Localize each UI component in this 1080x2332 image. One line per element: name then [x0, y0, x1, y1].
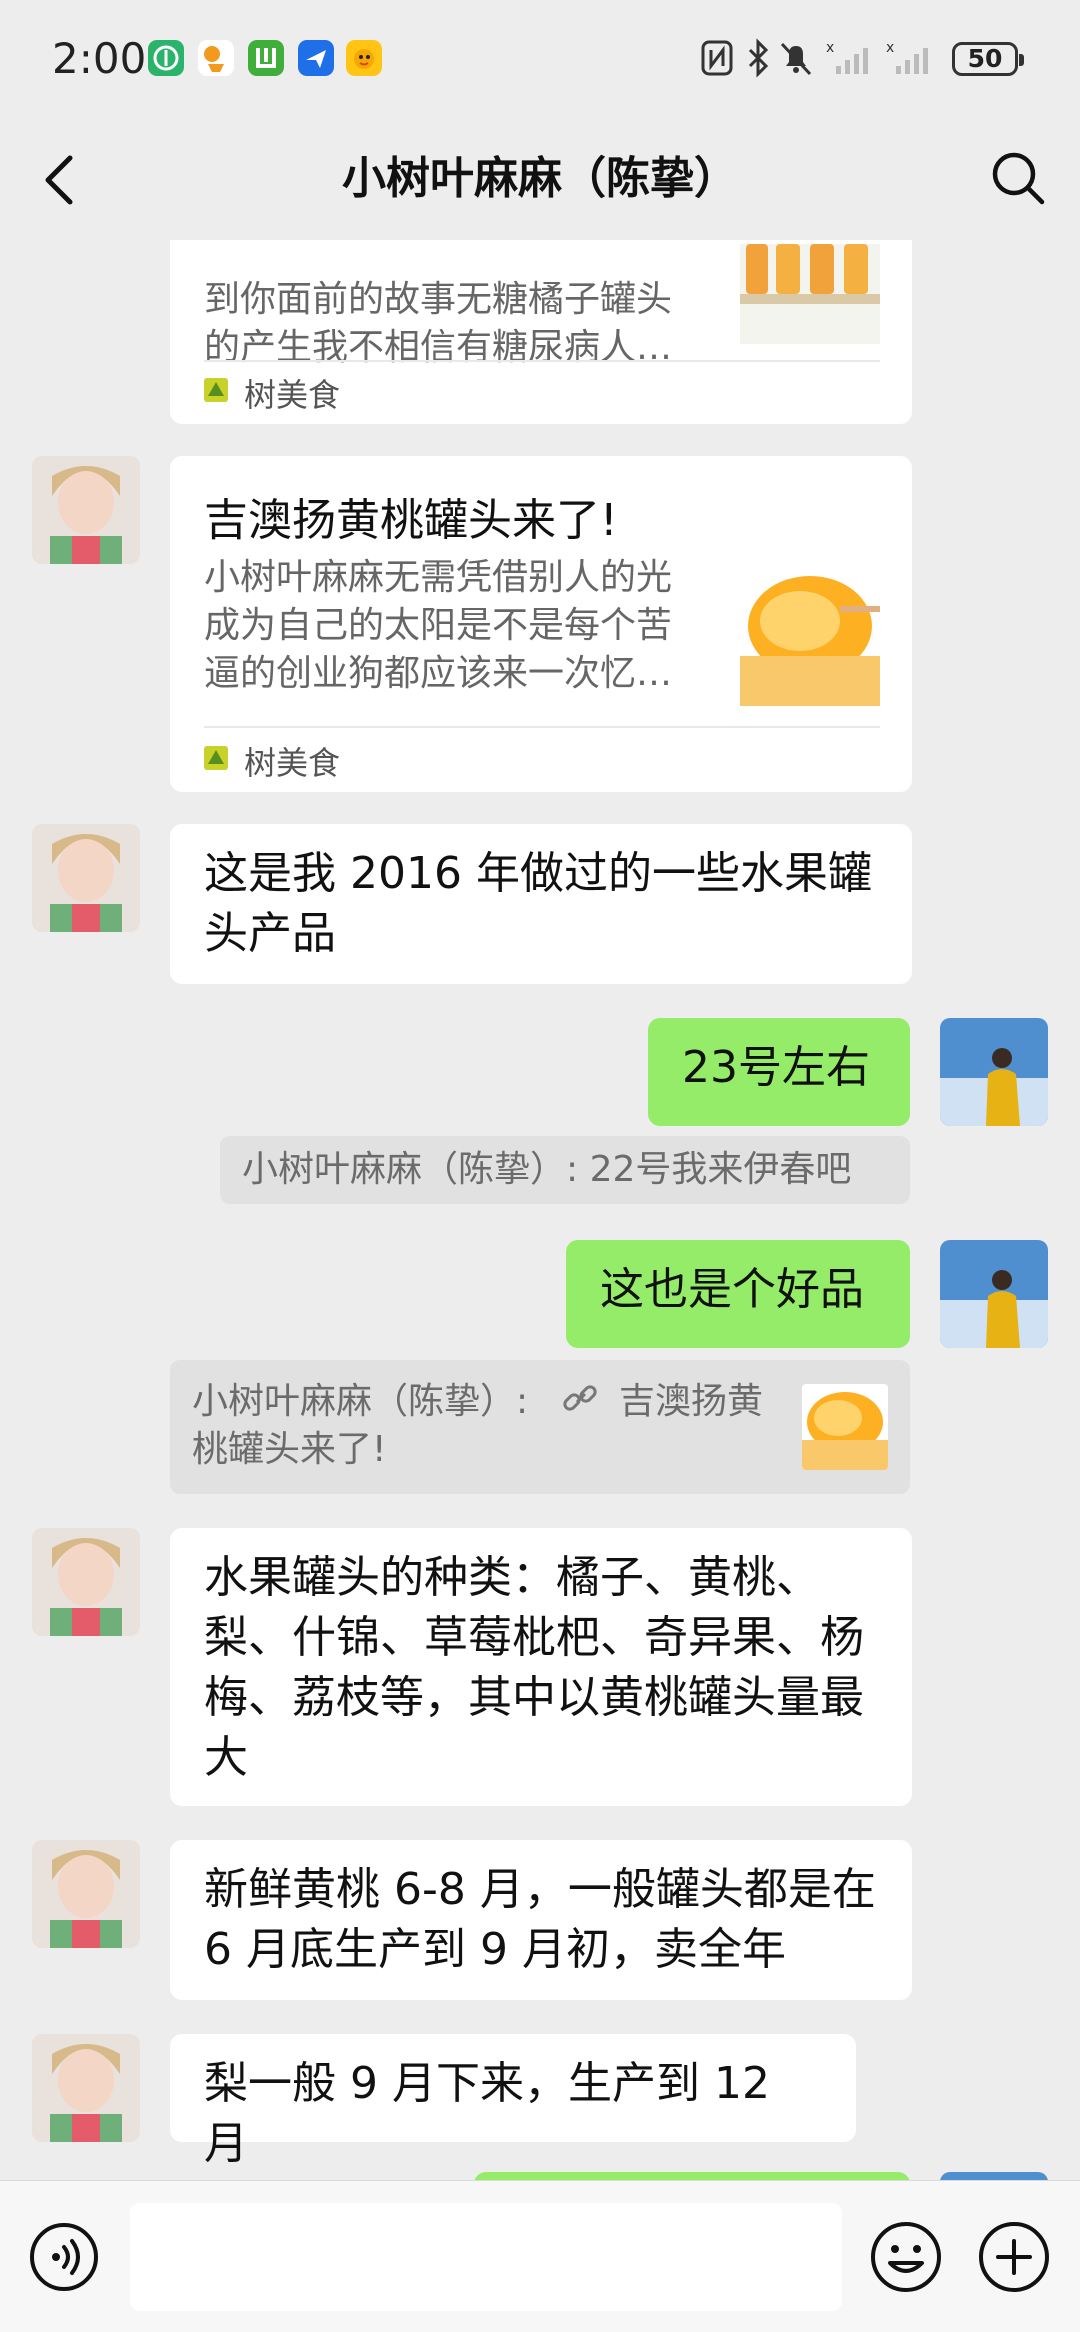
status-bar: 2:00 x x 50	[0, 0, 1080, 120]
green-app-icon	[248, 40, 284, 76]
chat-header: 小树叶麻麻（陈挚）	[0, 120, 1080, 240]
received-message[interactable]: 这是我 2016 年做过的一些水果罐 头产品	[170, 824, 912, 984]
svg-text:x: x	[826, 40, 834, 56]
yellow-duck-app-icon	[346, 40, 382, 76]
plus-icon[interactable]	[976, 2219, 1052, 2295]
green-leaf-app-icon	[148, 40, 184, 76]
input-bar	[0, 2180, 1080, 2332]
svg-text:x: x	[886, 40, 894, 56]
card-thumbnail	[740, 566, 880, 706]
article-card[interactable]: 吉澳扬黄桃罐头来了! 小树叶麻麻无需凭借别人的光 成为自己的太阳是不是每个苦 逼…	[170, 456, 912, 792]
source-logo-icon	[204, 378, 228, 402]
contact-avatar[interactable]	[32, 1840, 140, 1948]
card-title: 吉澳扬黄桃罐头来了!	[204, 495, 618, 546]
message-list[interactable]: 到你面前的故事无糖橘子罐头 的产生我不相信有糖尿病人… 树美食 吉澳扬黄桃罐头来…	[0, 240, 1080, 2180]
battery-indicator: 50	[952, 42, 1024, 76]
contact-avatar[interactable]	[32, 2034, 140, 2142]
message-input[interactable]	[130, 2203, 842, 2311]
received-message[interactable]: 新鲜黄桃 6-8 月，一般罐头都是在 6 月底生产到 9 月初，卖全年	[170, 1840, 912, 2000]
card-thumbnail	[740, 244, 880, 344]
sent-message[interactable]	[474, 2172, 910, 2180]
signal-icon: x	[826, 40, 868, 74]
sent-message[interactable]: 这也是个好品	[566, 1240, 910, 1348]
received-message[interactable]: 梨一般 9 月下来，生产到 12 月	[170, 2034, 856, 2169]
nfc-icon	[701, 40, 733, 76]
contact-avatar[interactable]	[32, 824, 140, 932]
user-avatar[interactable]	[940, 1240, 1048, 1348]
user-avatar[interactable]	[940, 1018, 1048, 1126]
contact-avatar[interactable]	[32, 1528, 140, 1636]
contact-avatar[interactable]	[32, 456, 140, 564]
user-avatar[interactable]	[940, 2172, 1048, 2180]
card-divider	[204, 726, 880, 728]
card-source: 树美食	[244, 744, 341, 782]
signal-icon: x	[886, 40, 928, 74]
voice-icon[interactable]	[28, 2221, 100, 2293]
link-icon	[562, 1385, 597, 1411]
card-source: 树美食	[244, 376, 341, 414]
quote-thumbnail	[802, 1384, 888, 1470]
sent-message[interactable]: 23号左右	[648, 1018, 910, 1126]
card-divider	[204, 360, 880, 362]
quoted-reply[interactable]: 小树叶麻麻（陈挚）: 吉澳扬黄 桃罐头来了!	[170, 1360, 910, 1494]
card-description: 小树叶麻麻无需凭借别人的光 成为自己的太阳是不是每个苦 逼的创业狗都应该来一次忆…	[204, 557, 673, 694]
quoted-reply[interactable]: 小树叶麻麻（陈挚）: 22号我来伊春吧	[220, 1136, 910, 1204]
status-time: 2:00	[52, 34, 147, 83]
source-logo-icon	[204, 746, 228, 770]
search-icon[interactable]	[988, 148, 1048, 208]
orange-app-icon	[198, 40, 234, 76]
mute-bell-icon	[780, 42, 812, 76]
card-description: 到你面前的故事无糖橘子罐头 的产生我不相信有糖尿病人…	[204, 279, 673, 368]
blue-plane-app-icon	[298, 40, 334, 76]
bluetooth-icon	[748, 38, 769, 78]
received-message[interactable]: 水果罐头的种类：橘子、黄桃、 梨、什锦、草莓枇杷、奇异果、杨 梅、荔枝等，其中以…	[170, 1528, 912, 1806]
emoji-icon[interactable]	[868, 2219, 944, 2295]
article-card[interactable]: 到你面前的故事无糖橘子罐头 的产生我不相信有糖尿病人… 树美食	[170, 240, 912, 424]
page-title: 小树叶麻麻（陈挚）	[342, 153, 738, 204]
